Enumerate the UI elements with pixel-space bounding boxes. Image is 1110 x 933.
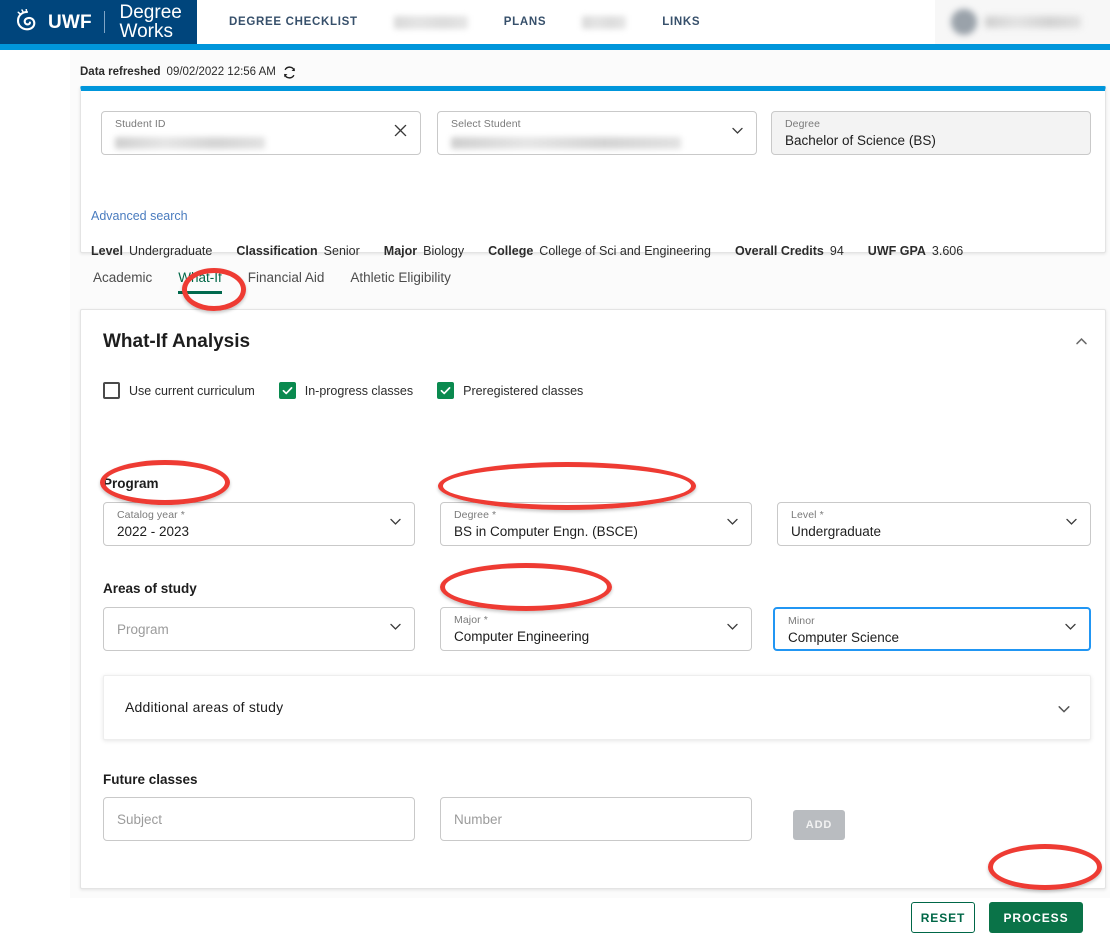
summary-key-classification: Classification bbox=[236, 244, 318, 258]
degree-label: Degree bbox=[785, 118, 821, 130]
nav-item-links[interactable]: LINKS bbox=[644, 0, 718, 44]
chevron-down-icon[interactable] bbox=[388, 619, 403, 639]
additional-areas-title: Additional areas of study bbox=[125, 699, 284, 715]
summary-value-overall-credits: 94 bbox=[829, 244, 844, 258]
page-title: What-If Analysis bbox=[103, 331, 251, 352]
additional-areas-accordion[interactable]: Additional areas of study bbox=[103, 675, 1091, 740]
level-select[interactable]: Level * Undergraduate bbox=[777, 502, 1091, 546]
subject-input-placeholder: Subject bbox=[117, 812, 163, 827]
chevron-down-icon[interactable] bbox=[730, 123, 745, 143]
checkbox-use-current-curriculum[interactable] bbox=[103, 382, 120, 399]
checkbox-label-use-current-curriculum: Use current curriculum bbox=[129, 383, 255, 398]
brand-logo-area[interactable]: UWF Degree Works bbox=[0, 0, 197, 44]
user-account-area[interactable] bbox=[935, 0, 1110, 44]
advanced-search-link[interactable]: Advanced search bbox=[91, 209, 188, 223]
tab-what-if[interactable]: What-If bbox=[165, 266, 235, 296]
degree-select-value: BS in Computer Engn. (BSCE) bbox=[454, 524, 638, 539]
major-select-label: Major * bbox=[454, 614, 488, 626]
catalog-year-label: Catalog year * bbox=[117, 509, 185, 521]
process-button[interactable]: PROCESS bbox=[989, 902, 1083, 933]
checkbox-label-in-progress-classes: In-progress classes bbox=[304, 383, 414, 398]
select-student-label: Select Student bbox=[451, 118, 521, 130]
checkbox-preregistered-classes[interactable] bbox=[437, 382, 455, 399]
summary-value-level: Undergraduate bbox=[128, 244, 213, 258]
chevron-up-icon[interactable] bbox=[1074, 334, 1089, 354]
program-select[interactable]: Program bbox=[103, 607, 415, 651]
program-select-placeholder: Program bbox=[117, 622, 169, 637]
section-heading-program: Program bbox=[103, 476, 159, 491]
major-select[interactable]: Major * Computer Engineering bbox=[440, 607, 752, 651]
refresh-icon[interactable] bbox=[282, 65, 296, 79]
tab-academic[interactable]: Academic bbox=[80, 266, 165, 296]
nav-item-redacted-1[interactable] bbox=[393, 15, 468, 29]
student-search-card: Student ID Select Student Degree Bachelo… bbox=[80, 86, 1106, 258]
tab-bar: Academic What-If Financial Aid Athletic … bbox=[80, 266, 464, 296]
nav-item-degree-checklist[interactable]: DEGREE CHECKLIST bbox=[211, 0, 376, 44]
number-input-placeholder: Number bbox=[454, 812, 503, 827]
summary-key-level: Level bbox=[91, 244, 123, 258]
summary-key-college: College bbox=[488, 244, 534, 258]
summary-key-uwf-gpa: UWF GPA bbox=[867, 244, 926, 258]
chevron-down-icon[interactable] bbox=[388, 514, 403, 534]
minor-select-label: Minor bbox=[788, 615, 815, 627]
student-id-label: Student ID bbox=[115, 118, 166, 130]
tab-financial-aid[interactable]: Financial Aid bbox=[235, 266, 338, 296]
tab-athletic-eligibility[interactable]: Athletic Eligibility bbox=[337, 266, 464, 296]
catalog-year-value: 2022 - 2023 bbox=[117, 524, 190, 539]
brand-product-text: Degree Works bbox=[119, 2, 182, 42]
chevron-down-icon[interactable] bbox=[1064, 514, 1079, 534]
chevron-down-icon[interactable] bbox=[1063, 619, 1078, 639]
summary-value-major: Biology bbox=[423, 244, 465, 258]
summary-value-classification: Senior bbox=[323, 244, 360, 258]
chevron-down-icon[interactable] bbox=[725, 619, 740, 639]
summary-value-college: College of Sci and Engineering bbox=[539, 244, 711, 258]
clear-student-id-icon[interactable] bbox=[393, 123, 408, 143]
degree-readonly-field: Degree Bachelor of Science (BS) bbox=[771, 111, 1091, 155]
student-summary: Level Undergraduate Classification Senio… bbox=[91, 244, 981, 258]
brand-divider bbox=[103, 11, 105, 33]
summary-value-uwf-gpa: 3.606 bbox=[931, 244, 964, 258]
nav-item-plans[interactable]: PLANS bbox=[486, 0, 564, 44]
student-id-value-redacted bbox=[115, 137, 265, 149]
avatar bbox=[951, 9, 977, 35]
app-header: UWF Degree Works DEGREE CHECKLIST PLANS … bbox=[0, 0, 1110, 44]
degree-select[interactable]: Degree * BS in Computer Engn. (BSCE) bbox=[440, 502, 752, 546]
subject-input[interactable]: Subject bbox=[103, 797, 415, 841]
checkbox-in-progress-classes[interactable] bbox=[278, 382, 296, 399]
data-refreshed-label: Data refreshed bbox=[80, 66, 161, 78]
data-refreshed-timestamp: 09/02/2022 12:56 AM bbox=[166, 66, 276, 78]
section-heading-future-classes: Future classes bbox=[103, 772, 198, 787]
degree-select-label: Degree * bbox=[454, 509, 497, 521]
section-heading-areas-of-study: Areas of study bbox=[103, 581, 197, 596]
checkbox-label-preregistered-classes: Preregistered classes bbox=[463, 383, 584, 398]
select-student-field[interactable]: Select Student bbox=[437, 111, 757, 155]
username-redacted bbox=[985, 16, 1081, 28]
add-button[interactable]: ADD bbox=[793, 810, 845, 840]
level-select-label: Level * bbox=[791, 509, 824, 521]
summary-key-major: Major bbox=[383, 244, 418, 258]
nav-item-redacted-2[interactable] bbox=[582, 15, 627, 29]
options-checkbox-row: Use current curriculum In-progress class… bbox=[103, 382, 607, 399]
uwf-nautilus-logo-icon bbox=[14, 8, 40, 35]
data-refreshed-line: Data refreshed 09/02/2022 12:56 AM bbox=[80, 65, 296, 79]
reset-button[interactable]: RESET bbox=[911, 902, 975, 933]
major-select-value: Computer Engineering bbox=[454, 629, 590, 644]
chevron-down-icon[interactable] bbox=[1056, 701, 1072, 722]
minor-select[interactable]: Minor Computer Science bbox=[773, 607, 1091, 651]
degree-value: Bachelor of Science (BS) bbox=[785, 133, 936, 148]
brand-uwf-text: UWF bbox=[48, 11, 92, 33]
catalog-year-select[interactable]: Catalog year * 2022 - 2023 bbox=[103, 502, 415, 546]
content-area: Data refreshed 09/02/2022 12:56 AM Stude… bbox=[70, 50, 1110, 933]
select-student-value-redacted bbox=[451, 137, 681, 149]
student-id-field[interactable]: Student ID bbox=[101, 111, 421, 155]
summary-key-overall-credits: Overall Credits bbox=[734, 244, 824, 258]
minor-select-value: Computer Science bbox=[788, 630, 900, 645]
chevron-down-icon[interactable] bbox=[725, 514, 740, 534]
page-body: Data refreshed 09/02/2022 12:56 AM Stude… bbox=[0, 50, 1110, 933]
what-if-analysis-card: What-If Analysis Use current curriculum … bbox=[80, 309, 1106, 933]
number-input[interactable]: Number bbox=[440, 797, 752, 841]
level-select-value: Undergraduate bbox=[791, 524, 882, 539]
